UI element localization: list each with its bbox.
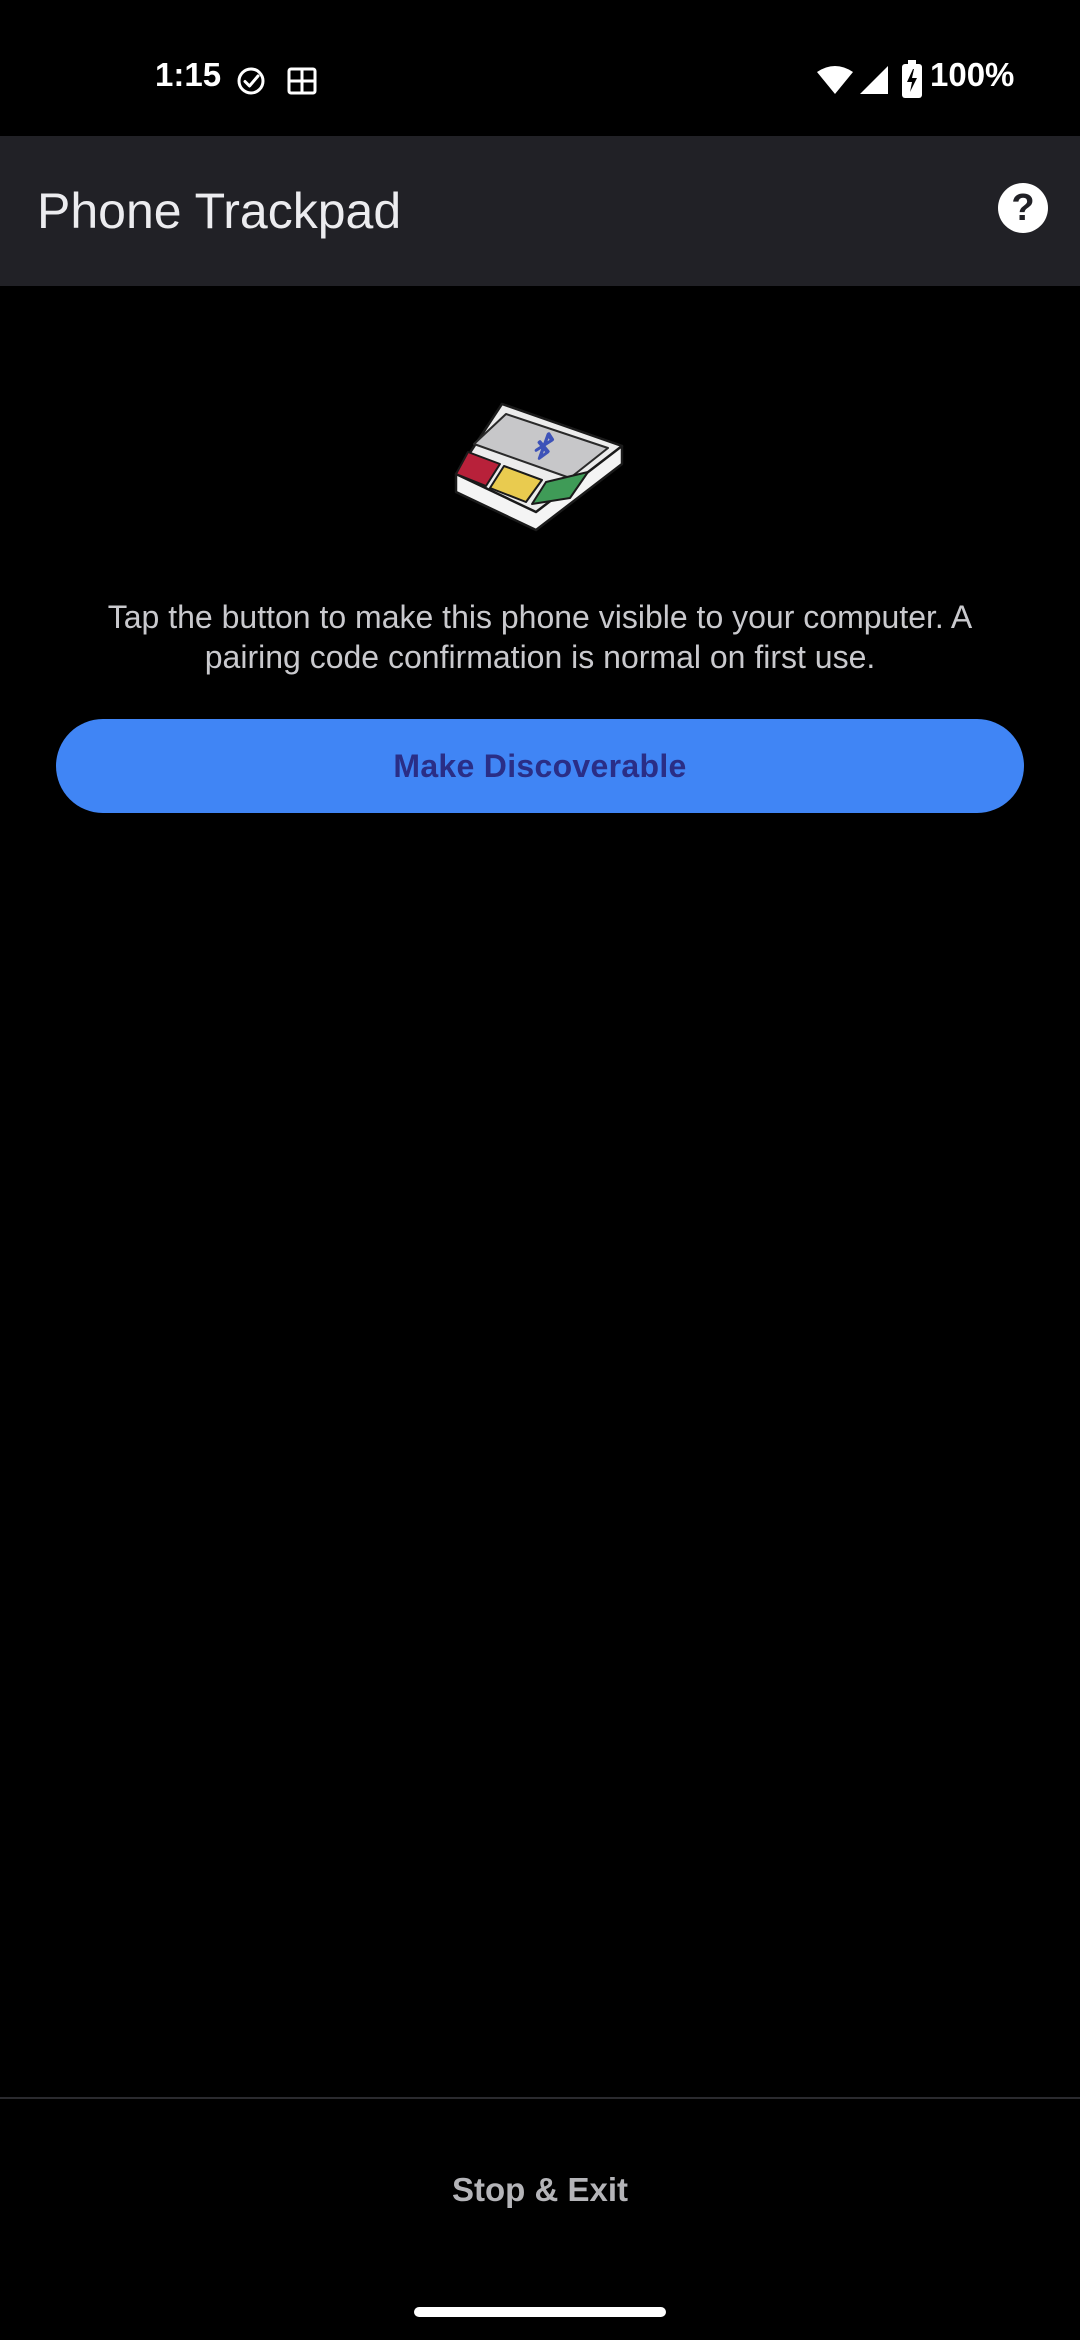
- battery-charging-icon: [902, 60, 922, 98]
- help-button[interactable]: ?: [998, 183, 1048, 233]
- home-indicator[interactable]: [414, 2307, 666, 2317]
- stop-exit-button[interactable]: Stop & Exit: [390, 2160, 690, 2220]
- wifi-icon: [817, 66, 853, 94]
- instructions-text: Tap the button to make this phone visibl…: [107, 599, 973, 675]
- status-time: 1:15: [155, 56, 222, 93]
- cellular-signal-icon: [860, 66, 888, 94]
- make-discoverable-button[interactable]: Make Discoverable: [56, 719, 1024, 813]
- stop-exit-label: Stop & Exit: [451, 2171, 628, 2208]
- bottom-divider: [0, 2097, 1080, 2099]
- help-circle-icon: ?: [1011, 187, 1035, 229]
- app-title: Phone Trackpad: [37, 183, 402, 239]
- app-bar: Phone Trackpad ?: [0, 136, 1080, 286]
- trackpad-illustration: [454, 402, 624, 532]
- check-circle-icon: [237, 67, 265, 95]
- grid-icon: [287, 67, 317, 95]
- make-discoverable-label: Make Discoverable: [393, 747, 687, 784]
- status-bar: 1:15 100%: [0, 0, 1080, 136]
- battery-percent: 100%: [930, 56, 1015, 93]
